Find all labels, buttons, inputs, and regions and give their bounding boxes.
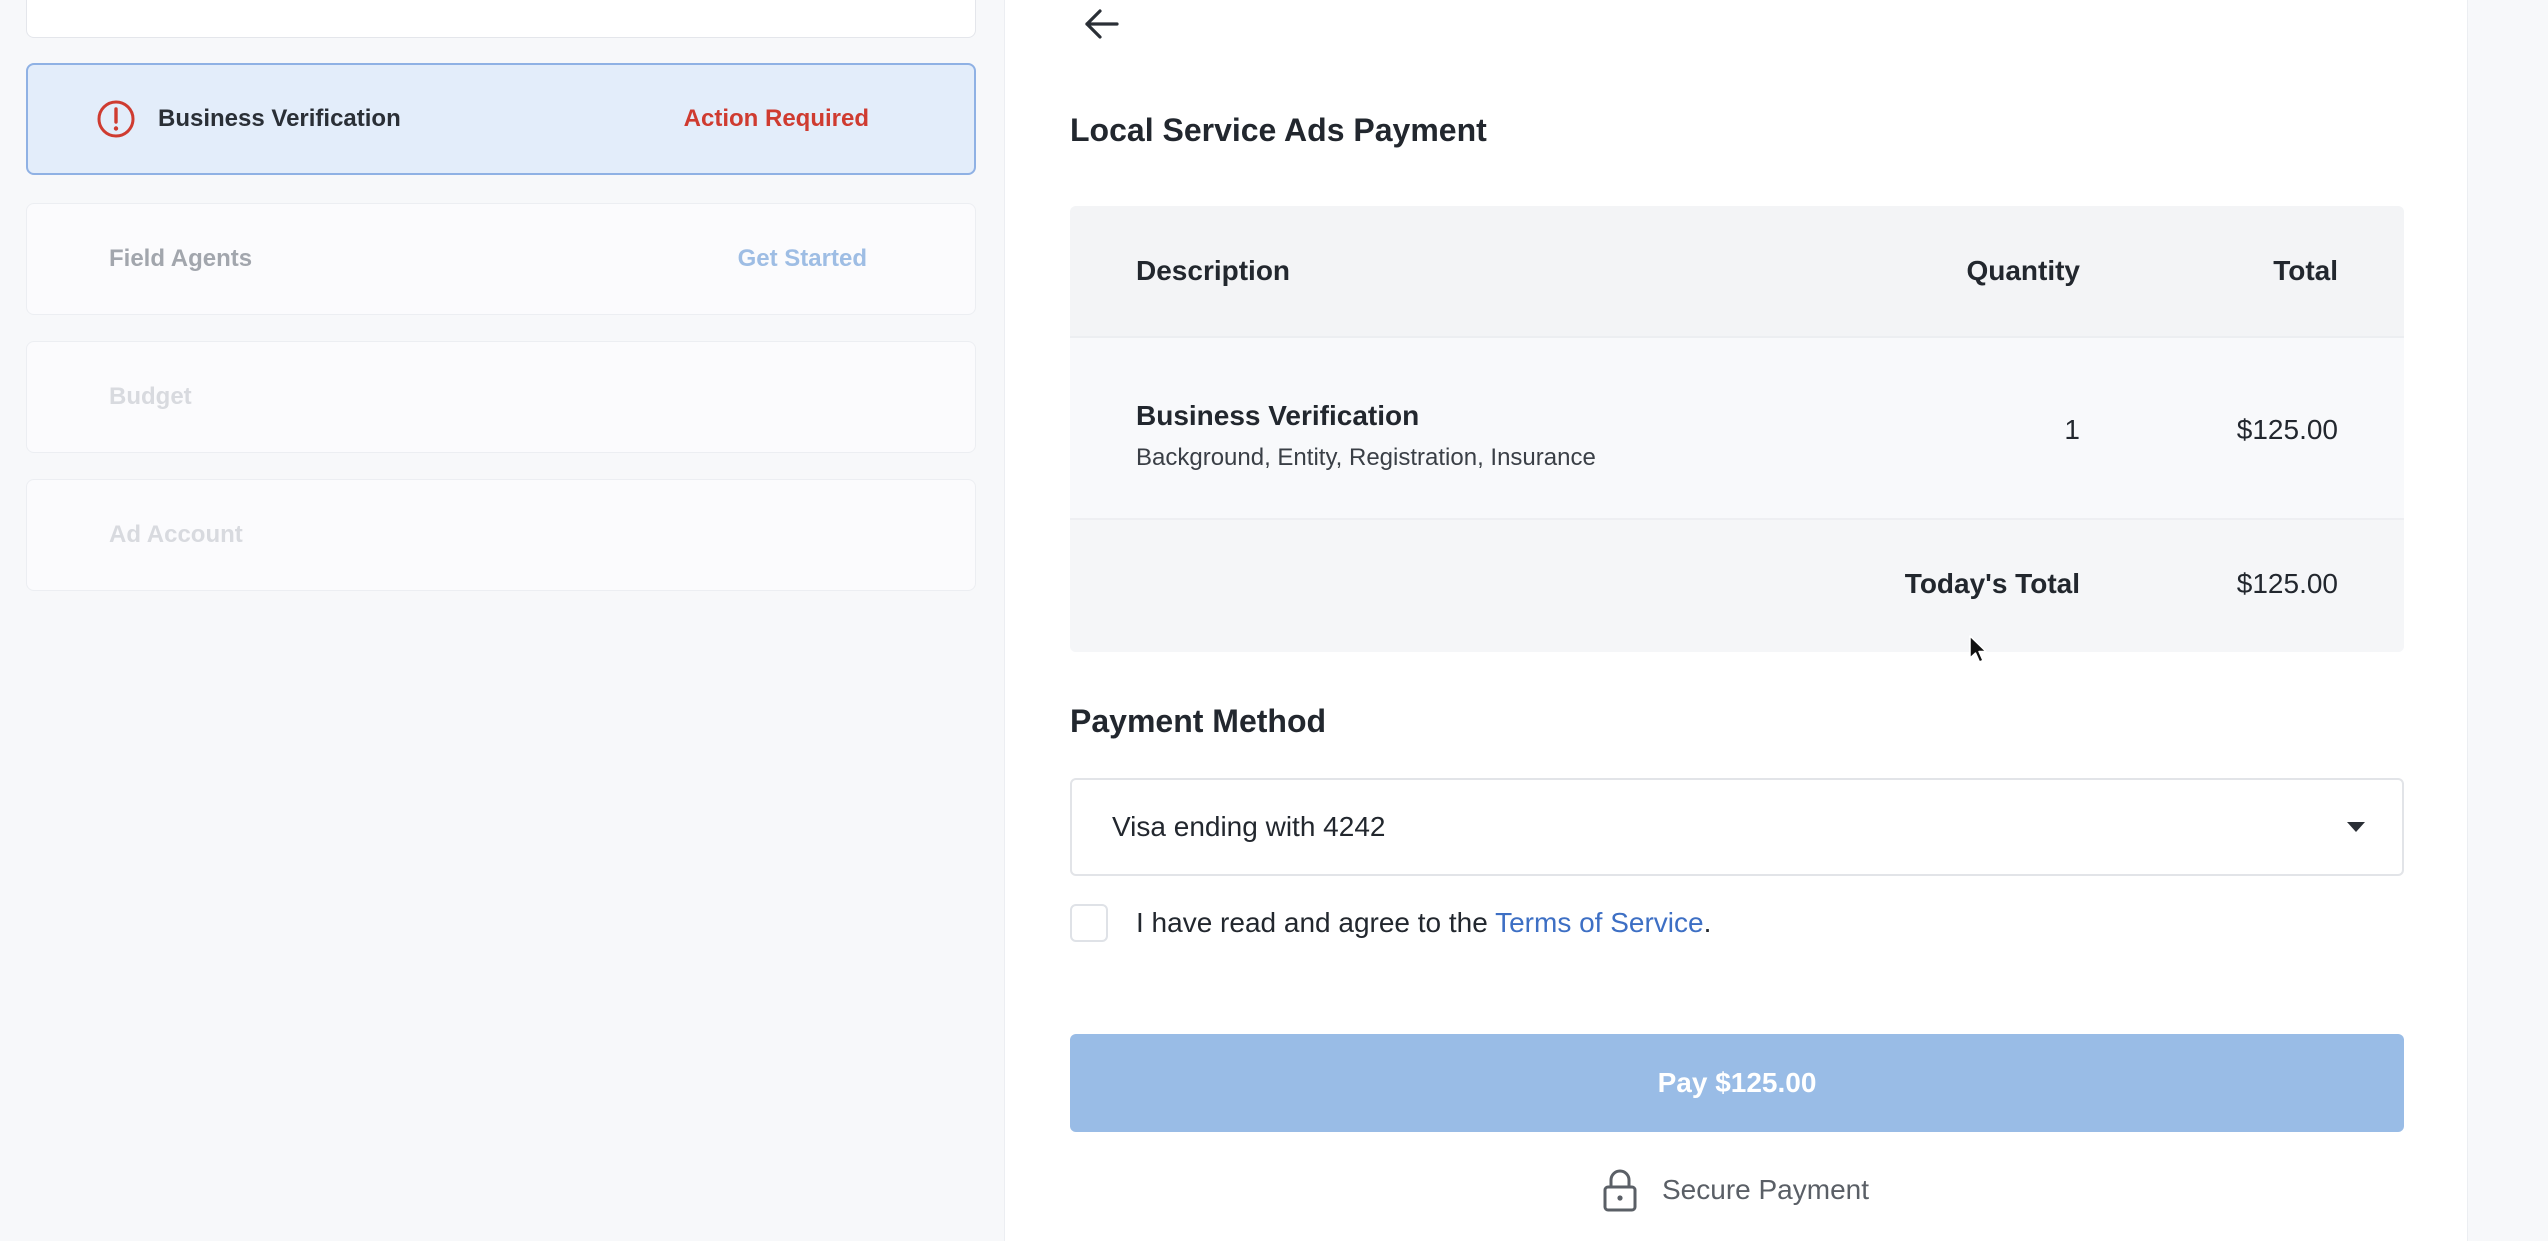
secure-payment-label: Secure Payment: [1662, 1174, 1869, 1205]
total-row: [1070, 520, 2404, 652]
step-card-previous[interactable]: [26, 0, 976, 38]
column-header-quantity: Quantity: [1966, 255, 2080, 286]
step-ad-account: Ad Account: [26, 479, 976, 591]
caret-down-icon: [2347, 822, 2365, 832]
column-header-description: Description: [1136, 255, 1291, 286]
page-title: Local Service Ads Payment: [1070, 112, 1487, 148]
payment-method-select[interactable]: Visa ending with 4242: [1070, 778, 2404, 876]
table-header-row: Description Quantity Total: [1070, 206, 2404, 338]
todays-total-label: Today's Total: [1904, 568, 2080, 599]
payment-method-title: Payment Method: [1070, 703, 1327, 739]
line-item-name: Business Verification: [1136, 400, 1420, 431]
terms-prefix: I have read and agree to the: [1136, 907, 1496, 938]
step-field-agents[interactable]: Field Agents Get Started: [26, 203, 976, 315]
terms-suffix: .: [1703, 907, 1712, 938]
step-label: Budget: [109, 383, 192, 410]
step-business-verification[interactable]: Business Verification Action Required: [26, 63, 976, 175]
step-label: Ad Account: [109, 521, 243, 548]
column-header-total: Total: [2273, 255, 2338, 286]
selected-payment-method: Visa ending with 4242: [1112, 811, 1386, 842]
pay-button[interactable]: Pay $125.00: [1070, 1034, 2404, 1132]
mouse-cursor-icon: [1969, 635, 1987, 663]
invoice-table: Description Quantity Total Business Veri…: [1070, 206, 2404, 652]
lock-icon: [1603, 1169, 1637, 1212]
step-status-badge: Action Required: [683, 105, 869, 132]
steps-sidebar: Business Verification Action Required Fi…: [0, 0, 1002, 1241]
terms-agreement-text: I have read and agree to the Terms of Se…: [1136, 907, 1711, 939]
terms-of-service-link[interactable]: Terms of Service: [1495, 907, 1704, 938]
arrow-left-icon: [1085, 9, 1119, 39]
alert-circle-icon: [97, 100, 135, 138]
step-label: Field Agents: [109, 245, 253, 272]
line-item-details: Background, Entity, Registration, Insura…: [1136, 444, 1596, 471]
step-budget: Budget: [26, 341, 976, 453]
back-button[interactable]: [1076, 0, 1128, 48]
line-item-quantity: 1: [2064, 414, 2080, 445]
line-item-total: $125.00: [2236, 414, 2338, 445]
step-label: Business Verification: [158, 105, 401, 132]
terms-agreement: I have read and agree to the Terms of Se…: [1070, 901, 1711, 945]
step-status-link[interactable]: Get Started: [738, 245, 867, 273]
right-gutter: [2468, 0, 2548, 1241]
secure-payment-note: Secure Payment: [1600, 1164, 1869, 1216]
app-root: Business Verification Action Required Fi…: [0, 0, 2548, 1241]
terms-checkbox[interactable]: [1070, 904, 1108, 942]
todays-total-value: $125.00: [2236, 568, 2338, 599]
